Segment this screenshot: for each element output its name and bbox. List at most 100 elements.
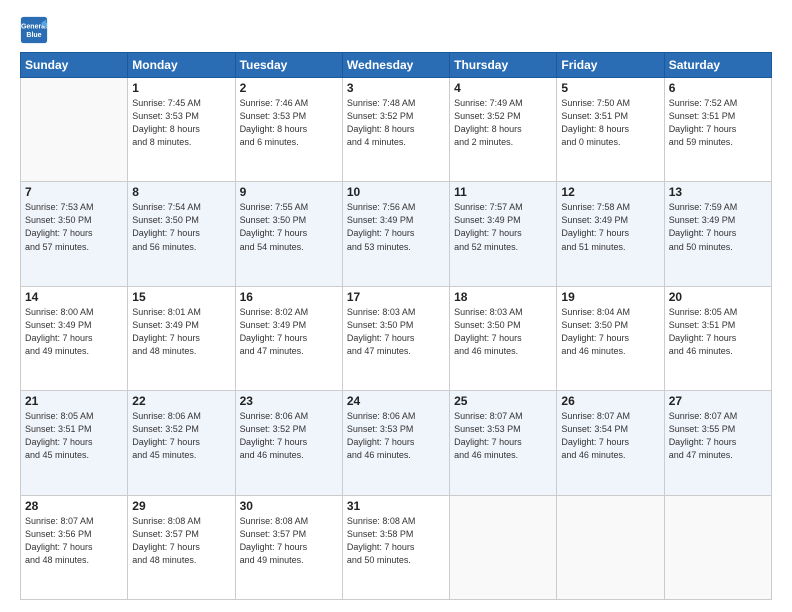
day-info: Sunrise: 8:08 AM Sunset: 3:58 PM Dayligh…	[347, 515, 445, 567]
day-number: 12	[561, 185, 659, 199]
calendar-cell: 25Sunrise: 8:07 AM Sunset: 3:53 PM Dayli…	[450, 391, 557, 495]
calendar-week-row: 21Sunrise: 8:05 AM Sunset: 3:51 PM Dayli…	[21, 391, 772, 495]
day-info: Sunrise: 8:07 AM Sunset: 3:54 PM Dayligh…	[561, 410, 659, 462]
calendar-cell: 13Sunrise: 7:59 AM Sunset: 3:49 PM Dayli…	[664, 182, 771, 286]
calendar-cell: 15 Sunrise: 8:01 AM Sunset: 3:49 PM Dayli…	[128, 286, 235, 390]
weekday-header-friday: Friday	[557, 53, 664, 78]
day-number: 23	[240, 394, 338, 408]
calendar-cell: 26Sunrise: 8:07 AM Sunset: 3:54 PM Dayli…	[557, 391, 664, 495]
day-number: 25	[454, 394, 552, 408]
weekday-header-row: SundayMondayTuesdayWednesdayThursdayFrid…	[21, 53, 772, 78]
calendar-week-row: 28 Sunrise: 8:07 AM Sunset: 3:56 PM Dayli…	[21, 495, 772, 599]
calendar-cell: 19 Sunrise: 8:04 AM Sunset: 3:50 PM Dayli…	[557, 286, 664, 390]
day-info: Sunrise: 8:05 AM Sunset: 3:51 PM Dayligh…	[25, 410, 123, 462]
day-number: 29	[132, 499, 230, 513]
day-info: Sunrise: 7:58 AM Sunset: 3:49 PM Dayligh…	[561, 201, 659, 253]
svg-text:Blue: Blue	[26, 32, 41, 39]
calendar-cell	[450, 495, 557, 599]
day-info: Sunrise: 8:00 AM Sunset: 3:49 PM Dayligh…	[25, 306, 123, 358]
weekday-header-monday: Monday	[128, 53, 235, 78]
calendar-cell: 30 Sunrise: 8:08 AM Sunset: 3:57 PM Dayli…	[235, 495, 342, 599]
day-number: 10	[347, 185, 445, 199]
day-number: 11	[454, 185, 552, 199]
day-number: 7	[25, 185, 123, 199]
day-info: Sunrise: 8:05 AM Sunset: 3:51 PM Dayligh…	[669, 306, 767, 358]
day-info: Sunrise: 8:02 AM Sunset: 3:49 PM Dayligh…	[240, 306, 338, 358]
calendar-cell: 16 Sunrise: 8:02 AM Sunset: 3:49 PM Dayli…	[235, 286, 342, 390]
calendar-cell: 7 Sunrise: 7:53 AM Sunset: 3:50 PM Daylig…	[21, 182, 128, 286]
day-info: Sunrise: 7:57 AM Sunset: 3:49 PM Dayligh…	[454, 201, 552, 253]
day-number: 22	[132, 394, 230, 408]
calendar-cell: 24Sunrise: 8:06 AM Sunset: 3:53 PM Dayli…	[342, 391, 449, 495]
day-info: Sunrise: 8:04 AM Sunset: 3:50 PM Dayligh…	[561, 306, 659, 358]
weekday-header-saturday: Saturday	[664, 53, 771, 78]
calendar-cell: 20 Sunrise: 8:05 AM Sunset: 3:51 PM Dayli…	[664, 286, 771, 390]
day-info: Sunrise: 8:06 AM Sunset: 3:52 PM Dayligh…	[240, 410, 338, 462]
day-number: 2	[240, 81, 338, 95]
day-info: Sunrise: 7:46 AM Sunset: 3:53 PM Dayligh…	[240, 97, 338, 149]
day-number: 13	[669, 185, 767, 199]
day-info: Sunrise: 8:06 AM Sunset: 3:52 PM Dayligh…	[132, 410, 230, 462]
day-number: 30	[240, 499, 338, 513]
logo-icon: General Blue	[20, 16, 48, 44]
day-info: Sunrise: 8:03 AM Sunset: 3:50 PM Dayligh…	[454, 306, 552, 358]
day-info: Sunrise: 8:01 AM Sunset: 3:49 PM Dayligh…	[132, 306, 230, 358]
day-info: Sunrise: 7:50 AM Sunset: 3:51 PM Dayligh…	[561, 97, 659, 149]
calendar-cell	[664, 495, 771, 599]
day-number: 5	[561, 81, 659, 95]
calendar-cell: 1Sunrise: 7:45 AM Sunset: 3:53 PM Daylig…	[128, 78, 235, 182]
calendar-cell: 5 Sunrise: 7:50 AM Sunset: 3:51 PM Daylig…	[557, 78, 664, 182]
weekday-header-wednesday: Wednesday	[342, 53, 449, 78]
calendar-cell	[557, 495, 664, 599]
weekday-header-sunday: Sunday	[21, 53, 128, 78]
calendar-cell: 11 Sunrise: 7:57 AM Sunset: 3:49 PM Dayli…	[450, 182, 557, 286]
calendar-week-row: 1Sunrise: 7:45 AM Sunset: 3:53 PM Daylig…	[21, 78, 772, 182]
day-number: 28	[25, 499, 123, 513]
day-info: Sunrise: 7:56 AM Sunset: 3:49 PM Dayligh…	[347, 201, 445, 253]
day-info: Sunrise: 7:48 AM Sunset: 3:52 PM Dayligh…	[347, 97, 445, 149]
day-info: Sunrise: 7:55 AM Sunset: 3:50 PM Dayligh…	[240, 201, 338, 253]
calendar-cell: 22 Sunrise: 8:06 AM Sunset: 3:52 PM Dayli…	[128, 391, 235, 495]
calendar-cell: 31 Sunrise: 8:08 AM Sunset: 3:58 PM Dayli…	[342, 495, 449, 599]
calendar-cell: 27 Sunrise: 8:07 AM Sunset: 3:55 PM Dayli…	[664, 391, 771, 495]
day-number: 15	[132, 290, 230, 304]
day-info: Sunrise: 8:07 AM Sunset: 3:56 PM Dayligh…	[25, 515, 123, 567]
day-number: 16	[240, 290, 338, 304]
page: General Blue SundayMondayTuesdayWednesda…	[0, 0, 792, 612]
calendar-cell: 29Sunrise: 8:08 AM Sunset: 3:57 PM Dayli…	[128, 495, 235, 599]
calendar-cell: 21Sunrise: 8:05 AM Sunset: 3:51 PM Dayli…	[21, 391, 128, 495]
day-number: 9	[240, 185, 338, 199]
header: General Blue	[20, 16, 772, 44]
day-number: 14	[25, 290, 123, 304]
day-number: 4	[454, 81, 552, 95]
calendar-table: SundayMondayTuesdayWednesdayThursdayFrid…	[20, 52, 772, 600]
day-info: Sunrise: 7:53 AM Sunset: 3:50 PM Dayligh…	[25, 201, 123, 253]
day-number: 27	[669, 394, 767, 408]
day-number: 20	[669, 290, 767, 304]
day-number: 8	[132, 185, 230, 199]
day-info: Sunrise: 8:06 AM Sunset: 3:53 PM Dayligh…	[347, 410, 445, 462]
calendar-cell: 3 Sunrise: 7:48 AM Sunset: 3:52 PM Daylig…	[342, 78, 449, 182]
calendar-cell: 9 Sunrise: 7:55 AM Sunset: 3:50 PM Daylig…	[235, 182, 342, 286]
calendar-week-row: 7 Sunrise: 7:53 AM Sunset: 3:50 PM Daylig…	[21, 182, 772, 286]
day-number: 19	[561, 290, 659, 304]
weekday-header-tuesday: Tuesday	[235, 53, 342, 78]
calendar-cell: 6Sunrise: 7:52 AM Sunset: 3:51 PM Daylig…	[664, 78, 771, 182]
logo: General Blue	[20, 16, 48, 44]
day-info: Sunrise: 8:08 AM Sunset: 3:57 PM Dayligh…	[240, 515, 338, 567]
calendar-cell	[21, 78, 128, 182]
day-number: 31	[347, 499, 445, 513]
calendar-cell: 18 Sunrise: 8:03 AM Sunset: 3:50 PM Dayli…	[450, 286, 557, 390]
calendar-cell: 17Sunrise: 8:03 AM Sunset: 3:50 PM Dayli…	[342, 286, 449, 390]
day-info: Sunrise: 8:07 AM Sunset: 3:55 PM Dayligh…	[669, 410, 767, 462]
day-info: Sunrise: 7:45 AM Sunset: 3:53 PM Dayligh…	[132, 97, 230, 149]
weekday-header-thursday: Thursday	[450, 53, 557, 78]
day-info: Sunrise: 7:54 AM Sunset: 3:50 PM Dayligh…	[132, 201, 230, 253]
day-number: 18	[454, 290, 552, 304]
calendar-cell: 23 Sunrise: 8:06 AM Sunset: 3:52 PM Dayli…	[235, 391, 342, 495]
calendar-week-row: 14 Sunrise: 8:00 AM Sunset: 3:49 PM Dayli…	[21, 286, 772, 390]
day-number: 3	[347, 81, 445, 95]
calendar-cell: 10 Sunrise: 7:56 AM Sunset: 3:49 PM Dayli…	[342, 182, 449, 286]
day-info: Sunrise: 7:52 AM Sunset: 3:51 PM Dayligh…	[669, 97, 767, 149]
calendar-cell: 12 Sunrise: 7:58 AM Sunset: 3:49 PM Dayli…	[557, 182, 664, 286]
